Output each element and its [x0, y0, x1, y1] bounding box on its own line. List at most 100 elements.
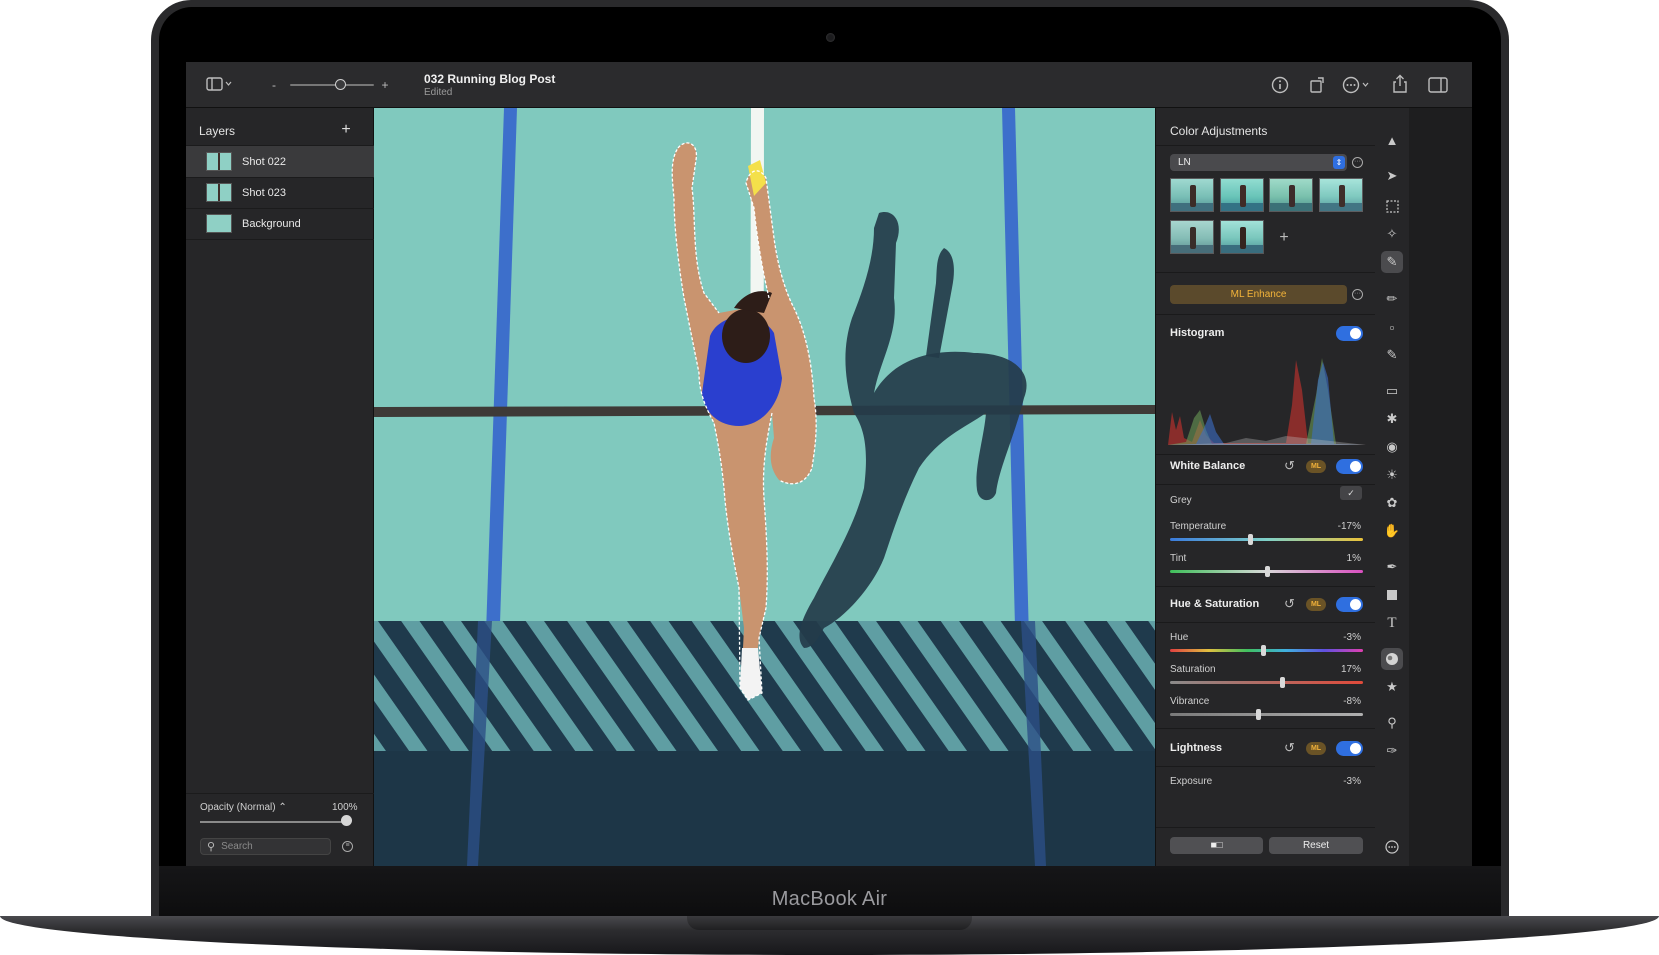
blur-icon[interactable]: ◉ — [1381, 436, 1403, 458]
clone-stamp-icon[interactable]: ✱ — [1381, 408, 1403, 430]
lightness-toggle[interactable] — [1336, 741, 1363, 756]
preset-thumbnail[interactable] — [1319, 178, 1363, 212]
reset-button[interactable]: Reset — [1269, 837, 1363, 854]
slider-knob[interactable] — [1256, 709, 1262, 720]
reset-icon[interactable]: ↺ — [1284, 597, 1295, 610]
divider — [1156, 728, 1376, 729]
more-icon[interactable]: ··· — [1352, 289, 1363, 300]
shape-tool-icon[interactable] — [1381, 584, 1403, 606]
slider-knob[interactable] — [1264, 566, 1270, 577]
zoom-out-button[interactable]: - — [268, 77, 280, 93]
ml-badge[interactable]: ML — [1306, 598, 1326, 611]
pen-tool-icon[interactable]: ✒ — [1381, 556, 1403, 578]
preset-thumbnail[interactable] — [1170, 220, 1214, 254]
zoom-tool-icon[interactable]: ⚲ — [1381, 712, 1403, 734]
layer-item[interactable]: Shot 023 — [186, 177, 374, 208]
effects-star-icon[interactable]: ★ — [1381, 676, 1403, 698]
temperature-label: Temperature — [1170, 521, 1227, 532]
preset-thumbnail[interactable] — [1220, 178, 1264, 212]
sidebar-toggle-icon[interactable] — [205, 73, 233, 95]
compare-button[interactable]: ■□ — [1170, 837, 1263, 854]
hue-slider[interactable] — [1170, 645, 1363, 656]
layers-search-input[interactable]: ⚲ Search — [200, 838, 331, 855]
tint-label: Tint — [1170, 553, 1187, 564]
hue-saturation-toggle[interactable] — [1336, 597, 1363, 612]
add-layer-button[interactable]: + — [339, 122, 353, 138]
color-adjustments-panel: Color Adjustments LN ⇕ ··· + ML Enhance … — [1155, 108, 1376, 866]
camera-icon — [826, 33, 835, 42]
smart-select-icon[interactable]: ✧ — [1381, 223, 1403, 245]
preset-thumbnail[interactable] — [1170, 178, 1214, 212]
preset-thumbnail[interactable] — [1220, 220, 1264, 254]
divider — [1156, 314, 1376, 315]
reset-icon[interactable]: ↺ — [1284, 741, 1295, 754]
search-icon: ⚲ — [207, 841, 216, 853]
opacity-blend-menu[interactable]: Opacity (Normal) ⌃ — [200, 802, 287, 813]
layer-item[interactable]: Background — [186, 208, 374, 239]
app-window: - + 032 Running Blog Post Edited Layers … — [186, 62, 1472, 866]
retouch-icon[interactable]: ✿ — [1381, 492, 1403, 514]
slider-knob[interactable] — [1247, 534, 1253, 545]
inspector-toggle-icon[interactable] — [1426, 74, 1450, 96]
preset-collection-select[interactable]: LN ⇕ — [1170, 154, 1347, 171]
grey-label: Grey — [1170, 495, 1192, 506]
photo-running-track — [374, 108, 1155, 866]
layer-item[interactable]: Shot 022 — [186, 146, 374, 177]
pencil-icon[interactable]: ✎ — [1381, 344, 1403, 366]
vibrance-value: -8% — [1343, 696, 1361, 707]
temperature-slider[interactable] — [1170, 534, 1363, 545]
histogram-chart — [1166, 350, 1366, 450]
color-picker-icon[interactable]: ✑ — [1381, 740, 1403, 762]
image-canvas[interactable] — [374, 108, 1155, 866]
eraser-icon[interactable]: ▭ — [1381, 380, 1403, 402]
paint-bucket-icon[interactable]: ▫ — [1381, 316, 1403, 338]
hue-value: -3% — [1343, 632, 1361, 643]
arrange-tool-icon[interactable]: ▲ — [1381, 129, 1403, 151]
preset-thumbnail[interactable] — [1269, 178, 1313, 212]
zoom-slider-knob[interactable] — [335, 79, 346, 90]
divider — [1156, 622, 1376, 623]
temperature-value: -17% — [1337, 521, 1361, 532]
more-icon[interactable]: ··· — [1352, 157, 1363, 168]
toolbar: - + 032 Running Blog Post Edited — [186, 62, 1472, 108]
reset-icon[interactable]: ↺ — [1284, 459, 1295, 472]
quick-selection-icon[interactable]: ✎ — [1381, 251, 1403, 273]
paint-brush-icon[interactable]: ✏ — [1381, 288, 1403, 310]
white-balance-toggle[interactable] — [1336, 459, 1363, 474]
layer-thumbnail — [206, 214, 232, 233]
opacity-slider[interactable] — [200, 821, 350, 823]
vibrance-slider[interactable] — [1170, 709, 1363, 720]
eyedropper-icon[interactable]: ✓ — [1340, 486, 1362, 500]
rectangle-select-icon[interactable] — [1381, 195, 1403, 217]
add-preset-button[interactable]: + — [1274, 228, 1294, 248]
histogram-toggle[interactable] — [1336, 326, 1363, 341]
saturation-slider[interactable] — [1170, 677, 1363, 688]
ml-enhance-button[interactable]: ML Enhance — [1170, 285, 1347, 304]
zoom-slider[interactable] — [290, 84, 374, 86]
crop-rotate-icon[interactable] — [1306, 74, 1328, 96]
more-options-icon[interactable] — [1341, 74, 1373, 96]
ml-badge[interactable]: ML — [1306, 460, 1326, 473]
sun-icon[interactable]: ☀ — [1381, 464, 1403, 486]
ml-badge[interactable]: ML — [1306, 742, 1326, 755]
pointer-tool-icon[interactable]: ➤ — [1381, 165, 1403, 187]
hue-saturation-title: Hue & Saturation — [1170, 598, 1260, 610]
divider — [1156, 766, 1376, 767]
info-icon[interactable] — [1269, 74, 1291, 96]
slider-knob[interactable] — [1261, 645, 1267, 656]
tint-slider[interactable] — [1170, 566, 1363, 577]
slider-knob[interactable] — [1280, 677, 1286, 688]
zoom-in-button[interactable]: + — [379, 77, 391, 93]
hand-icon[interactable]: ✋ — [1381, 520, 1403, 542]
divider — [1156, 145, 1376, 146]
document-title: 032 Running Blog Post — [424, 72, 556, 86]
filter-icon[interactable]: ≡ — [342, 841, 353, 852]
share-icon[interactable] — [1389, 73, 1411, 95]
divider — [186, 239, 374, 240]
opacity-slider-knob[interactable] — [341, 815, 352, 826]
divider — [1156, 586, 1376, 587]
type-tool-icon[interactable]: T — [1381, 612, 1403, 634]
color-adjust-tool-icon[interactable] — [1381, 648, 1403, 670]
preset-collection-value: LN — [1178, 157, 1191, 168]
more-tools-icon[interactable] — [1381, 836, 1403, 858]
